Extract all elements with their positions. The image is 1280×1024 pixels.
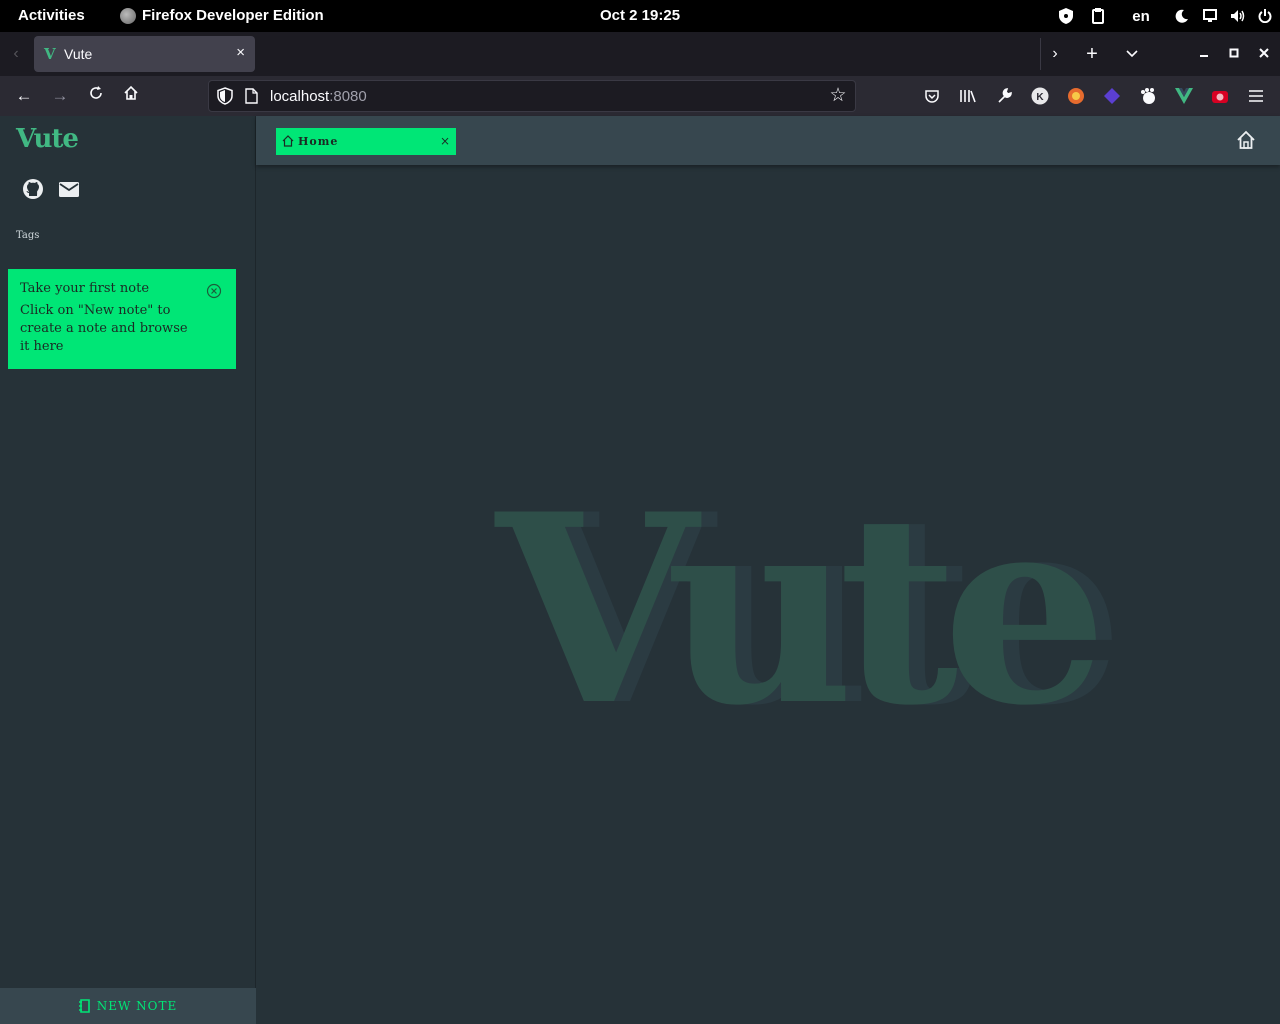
bookmark-star-icon[interactable]: ☆ — [827, 85, 849, 107]
activities-button[interactable]: Activities — [18, 7, 85, 24]
forward-arrow-icon[interactable]: → — [48, 84, 72, 108]
language-indicator[interactable]: en — [1112, 0, 1170, 32]
extension-gnome-foot-icon[interactable] — [1136, 84, 1160, 108]
notice-title: Take your first note — [20, 281, 150, 296]
email-envelope-icon[interactable] — [58, 178, 82, 202]
tab-strip-divider — [1040, 38, 1041, 70]
notice-body: Click on "New note" to create a note and… — [20, 303, 188, 354]
tags-heading: Tags — [16, 230, 40, 241]
page-info-icon[interactable] — [245, 88, 259, 106]
extension-orange-icon[interactable] — [1064, 84, 1088, 108]
close-window-icon[interactable] — [1252, 42, 1276, 66]
display-icon[interactable] — [1194, 0, 1226, 32]
url-text[interactable]: localhost:8080 — [270, 88, 367, 105]
home-icon[interactable] — [119, 84, 143, 108]
main-area: Home × Vute — [256, 116, 1280, 1024]
power-icon[interactable] — [1250, 0, 1280, 32]
vue-devtools-icon[interactable] — [1172, 84, 1196, 108]
hamburger-menu-icon[interactable] — [1244, 84, 1268, 108]
vute-watermark: Vute — [496, 458, 1108, 763]
browser-tab-title: Vute — [64, 46, 93, 62]
system-tray[interactable]: en — [1048, 0, 1280, 32]
home-button-icon[interactable] — [1236, 130, 1256, 150]
screenshot-camera-icon[interactable] — [1208, 84, 1232, 108]
browser-navigation-bar: ← → localhost:8080 ☆ K — [0, 76, 1280, 116]
github-icon[interactable] — [22, 178, 46, 202]
app-menu[interactable]: Firefox Developer Edition — [120, 7, 324, 24]
app-name: Firefox Developer Edition — [142, 7, 324, 24]
vute-app: Vute Tags Take your first note Click on … — [0, 116, 1280, 1024]
extension-purple-cube-icon[interactable] — [1100, 84, 1124, 108]
developer-tools-wrench-icon[interactable] — [992, 84, 1016, 108]
reload-icon[interactable] — [84, 84, 108, 108]
close-tab-home-icon[interactable]: × — [440, 134, 450, 148]
maximize-window-icon[interactable] — [1222, 42, 1246, 66]
library-icon[interactable] — [956, 84, 980, 108]
tabs-scroll-left-icon[interactable]: ‹ — [6, 42, 26, 66]
new-note-button[interactable]: NEW NOTE — [0, 988, 256, 1024]
sidebar: Vute Tags Take your first note Click on … — [0, 116, 256, 1024]
new-note-label: NEW NOTE — [96, 999, 178, 1013]
tabs-scroll-right-icon[interactable]: › — [1043, 42, 1067, 66]
firefox-icon — [120, 7, 136, 24]
address-bar[interactable]: localhost:8080 ☆ — [208, 80, 856, 112]
url-port: :8080 — [329, 88, 367, 105]
pocket-icon[interactable] — [920, 84, 944, 108]
tab-home[interactable]: Home × — [276, 128, 456, 155]
tracking-protection-shield-icon[interactable] — [217, 87, 235, 107]
close-circle-icon[interactable] — [206, 283, 222, 299]
new-note-icon — [78, 999, 90, 1013]
browser-tab-strip: ‹ V Vute × › + — [0, 32, 1280, 76]
minimize-window-icon[interactable] — [1192, 42, 1216, 66]
system-top-bar: Activities Firefox Developer Edition Oct… — [0, 0, 1280, 32]
vute-favicon-icon: V — [44, 45, 56, 63]
volume-icon[interactable] — [1226, 0, 1250, 32]
first-note-notice: Take your first note Click on "New note"… — [8, 269, 236, 369]
extension-k-icon[interactable]: K — [1028, 84, 1052, 108]
clock[interactable]: Oct 2 19:25 — [600, 7, 680, 24]
night-light-icon[interactable] — [1170, 0, 1194, 32]
home-tab-icon — [282, 135, 294, 147]
clipboard-icon[interactable] — [1084, 0, 1112, 32]
svg-text:K: K — [1036, 92, 1044, 103]
security-shield-icon[interactable] — [1048, 0, 1084, 32]
close-tab-icon[interactable]: × — [236, 44, 245, 61]
vute-logo[interactable]: Vute — [16, 124, 79, 154]
note-tabs-bar: Home × — [256, 116, 1280, 165]
back-arrow-icon[interactable]: ← — [12, 84, 36, 108]
new-tab-icon[interactable]: + — [1080, 42, 1104, 66]
browser-tab-vute[interactable]: V Vute × — [34, 36, 255, 72]
url-host: localhost — [270, 88, 330, 105]
tab-home-label: Home — [298, 135, 339, 148]
list-all-tabs-icon[interactable] — [1120, 42, 1144, 66]
